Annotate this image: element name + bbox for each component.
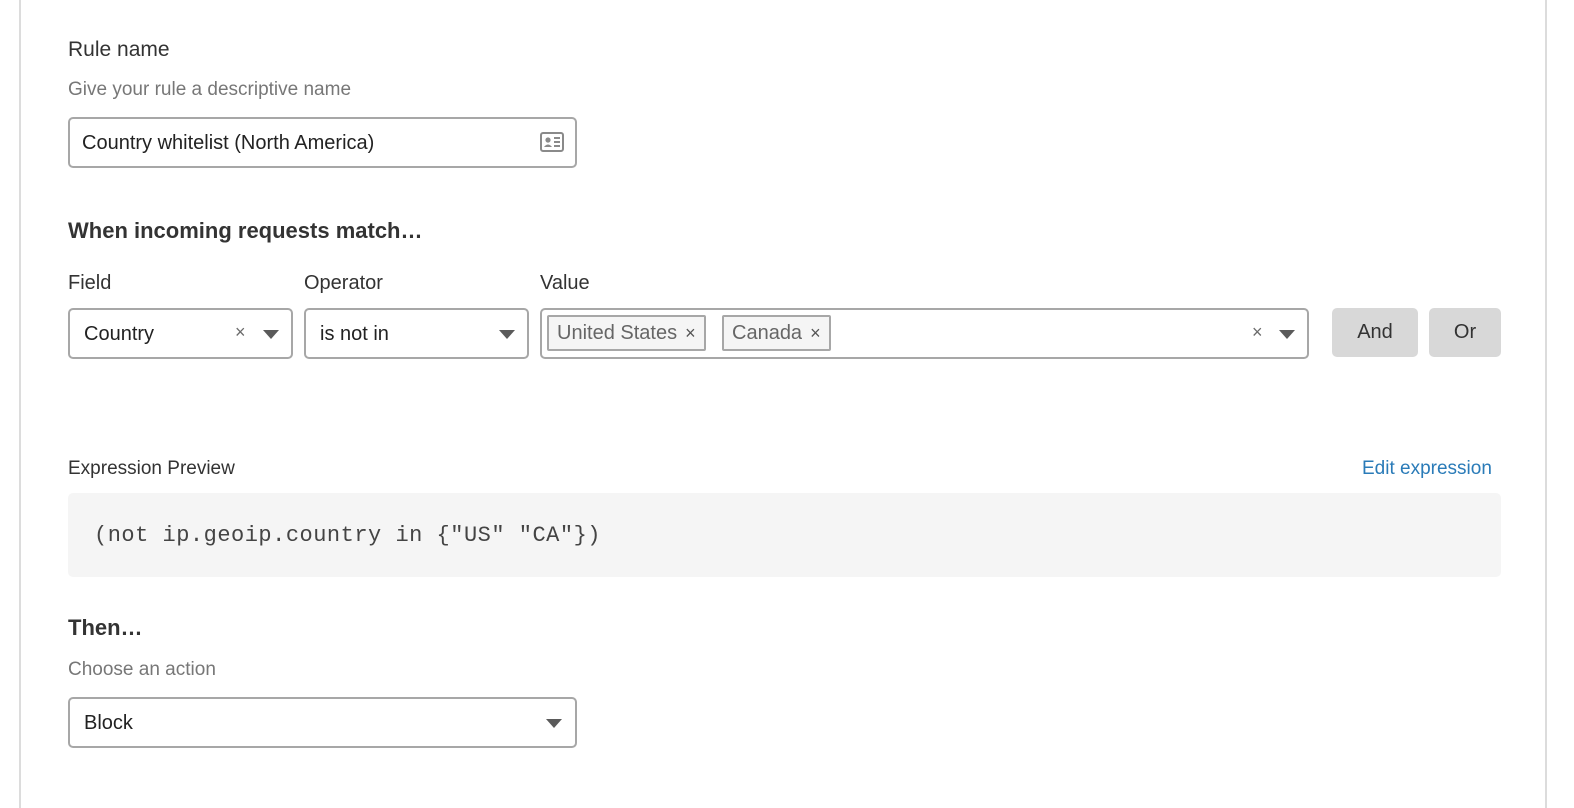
action-select-value: Block [84, 712, 133, 734]
rule-name-label: Rule name [68, 38, 170, 61]
contact-card-icon [540, 132, 564, 157]
action-select[interactable]: Block [68, 697, 577, 748]
field-label: Field [68, 272, 112, 294]
rule-name-input[interactable]: Country whitelist (North America) [68, 117, 577, 168]
and-button[interactable]: And [1332, 308, 1418, 357]
edit-expression-link[interactable]: Edit expression [1362, 458, 1492, 480]
remove-tag-icon[interactable]: × [685, 323, 696, 344]
value-tag-canada: Canada × [722, 315, 831, 351]
rule-name-value: Country whitelist (North America) [82, 132, 375, 154]
or-button[interactable]: Or [1429, 308, 1501, 357]
chevron-down-icon[interactable] [263, 330, 279, 339]
field-select-value: Country [84, 323, 155, 345]
field-select[interactable]: Country × [68, 308, 293, 359]
operator-label: Operator [304, 272, 383, 294]
field-clear-icon[interactable]: × [235, 322, 246, 343]
operator-select-value: is not in [320, 323, 389, 345]
value-clear-icon[interactable]: × [1252, 322, 1263, 343]
chevron-down-icon[interactable] [546, 719, 562, 728]
rule-name-help: Give your rule a descriptive name [68, 79, 352, 100]
value-label: Value [540, 272, 590, 294]
operator-select[interactable]: is not in [304, 308, 529, 359]
value-multiselect[interactable]: United States × Canada × × [540, 308, 1309, 359]
chevron-down-icon[interactable] [1279, 330, 1295, 339]
then-heading: Then… [68, 615, 143, 640]
expression-code: (not ip.geoip.country in {"US" "CA"}) [94, 523, 601, 548]
action-help: Choose an action [68, 659, 216, 680]
value-tag-united-states: United States × [547, 315, 706, 351]
chevron-down-icon[interactable] [499, 330, 515, 339]
remove-tag-icon[interactable]: × [810, 323, 821, 344]
match-heading: When incoming requests match… [68, 218, 423, 243]
value-tag-label: United States [557, 321, 678, 344]
value-tag-label: Canada [732, 321, 803, 344]
expression-preview-box: (not ip.geoip.country in {"US" "CA"}) [68, 493, 1501, 577]
expression-preview-label: Expression Preview [68, 458, 235, 479]
